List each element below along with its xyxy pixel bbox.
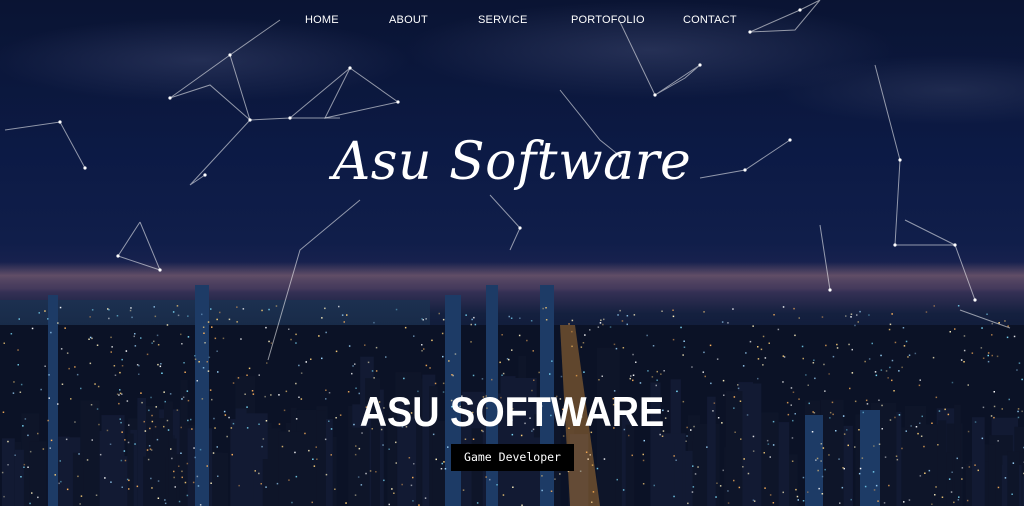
hero-section: HOME ABOUT SERVICE PORTOFOLIO CONTACT As… (0, 0, 1024, 506)
main-nav: HOME ABOUT SERVICE PORTOFOLIO CONTACT (0, 10, 1024, 30)
tagline-badge: Game Developer (451, 444, 574, 471)
nav-portofolio-link[interactable]: PORTOFOLIO (571, 14, 645, 26)
hero-headline: ASU SOFTWARE (359, 388, 665, 435)
nav-service-link[interactable]: SERVICE (478, 14, 528, 26)
nav-contact-link[interactable]: CONTACT (683, 14, 737, 26)
brand-script-title: Asu Software (332, 132, 692, 192)
nav-home-link[interactable]: HOME (305, 14, 339, 26)
nav-about-link[interactable]: ABOUT (389, 14, 428, 26)
